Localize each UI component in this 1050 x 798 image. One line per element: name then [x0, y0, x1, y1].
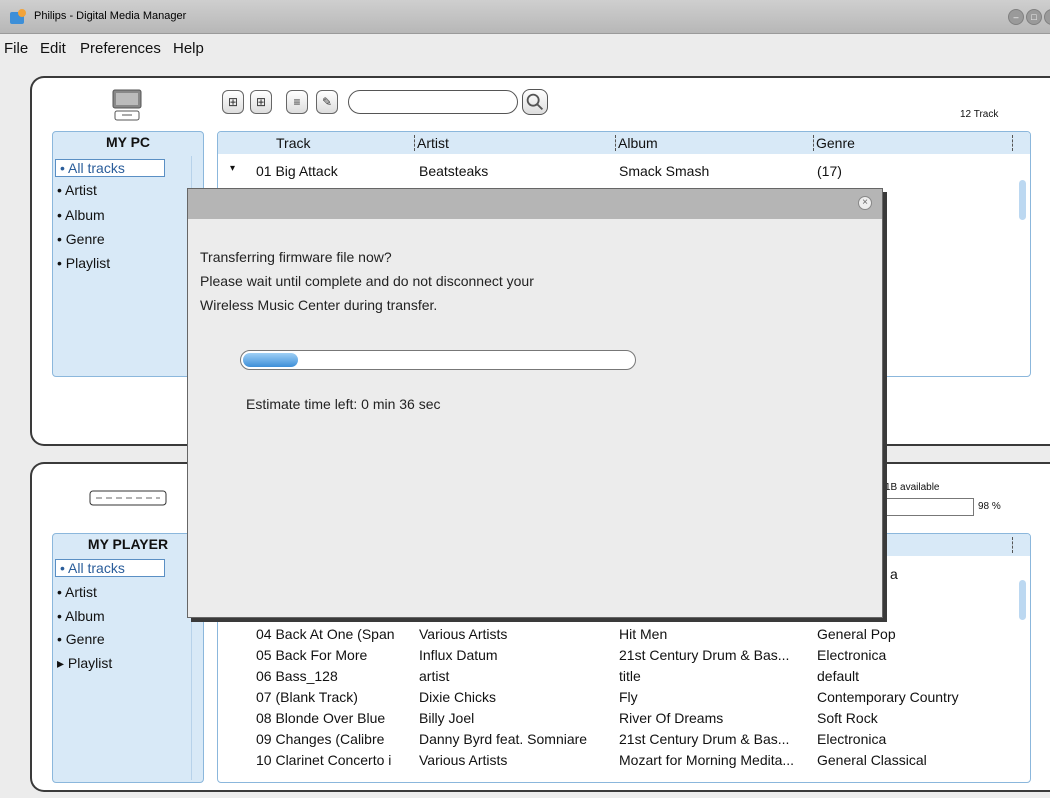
dialog-title-bar: × [188, 189, 882, 219]
track-count: 12 Track [960, 109, 999, 120]
col-album[interactable]: Album [618, 135, 658, 151]
player-nav-artist[interactable]: • Artist [57, 584, 97, 600]
player-list-scrollbar[interactable] [1018, 562, 1028, 780]
progress-fill [243, 353, 299, 367]
device-icon [89, 490, 167, 506]
available-space: 1B available [885, 482, 940, 493]
dialog-message-line-3: Wireless Music Center during transfer. [200, 297, 438, 313]
menu-file[interactable]: File [4, 40, 28, 57]
player-nav-genre[interactable]: • Genre [57, 631, 105, 647]
maximize-button[interactable]: □ [1026, 9, 1042, 25]
add-folder-icon[interactable]: ⊞ [250, 90, 272, 114]
pc-nav-panel: MY PC • All tracks • Artist • Album • Ge… [52, 131, 204, 377]
player-heading: MY PLAYER [87, 536, 169, 552]
menu-bar: File Edit Preferences Help [0, 36, 1050, 62]
play-indicator-icon: ▾ [230, 163, 236, 174]
table-row[interactable]: 07 (Blank Track) Dixie Chicks Fly Contem… [218, 689, 1030, 707]
transfer-progress-bar [240, 350, 636, 370]
minimize-button[interactable]: – [1008, 9, 1024, 25]
add-file-icon[interactable]: ⊞ [222, 90, 244, 114]
capacity-percent: 98 % [978, 501, 1001, 512]
dialog-message-line-2: Please wait until complete and do not di… [200, 273, 534, 289]
player-nav-playlist[interactable]: ▸ Playlist [57, 655, 112, 672]
pc-list-header: Track Artist Album Genre [218, 132, 1030, 154]
table-row[interactable]: 10 Clarinet Concerto i Various Artists M… [218, 752, 1030, 770]
player-nav-panel: MY PLAYER • All tracks • Artist • Album … [52, 533, 204, 783]
pc-nav-all-tracks[interactable]: • All tracks [55, 159, 165, 177]
col-track[interactable]: Track [276, 135, 310, 151]
table-row[interactable]: 08 Blonde Over Blue Billy Joel River Of … [218, 710, 1030, 728]
window-title: Philips - Digital Media Manager [34, 10, 187, 22]
menu-help[interactable]: Help [173, 40, 204, 57]
pc-list-scrollbar[interactable] [1018, 162, 1028, 372]
menu-preferences[interactable]: Preferences [80, 40, 161, 57]
edit-icon[interactable]: ≡ [286, 90, 308, 114]
pc-nav-artist[interactable]: • Artist [57, 182, 97, 198]
app-icon [10, 9, 26, 24]
pc-nav-playlist[interactable]: • Playlist [57, 255, 110, 271]
firmware-transfer-dialog: × Transferring firmware file now? Please… [187, 188, 883, 618]
dialog-message-line-1: Transferring firmware file now? [200, 249, 392, 265]
table-row[interactable]: 05 Back For More Influx Datum 21st Centu… [218, 647, 1030, 665]
pc-nav-album[interactable]: • Album [57, 207, 105, 223]
search-input[interactable] [348, 90, 518, 114]
capacity-bar [884, 498, 974, 516]
menu-edit[interactable]: Edit [40, 40, 66, 57]
computer-icon [112, 89, 142, 121]
estimate-time-left: Estimate time left: 0 min 36 sec [246, 396, 441, 412]
close-icon[interactable]: × [858, 196, 872, 210]
table-row[interactable]: 09 Changes (Calibre Danny Byrd feat. Som… [218, 731, 1030, 749]
col-artist[interactable]: Artist [417, 135, 449, 151]
col-genre[interactable]: Genre [816, 135, 855, 151]
table-row[interactable]: ▾ 01 Big Attack Beatsteaks Smack Smash (… [218, 163, 1030, 181]
title-bar: Philips - Digital Media Manager – □ × [0, 0, 1050, 34]
pc-heading: MY PC [105, 134, 151, 150]
player-nav-album[interactable]: • Album [57, 608, 105, 624]
search-icon[interactable] [522, 89, 548, 115]
player-nav-all-tracks[interactable]: • All tracks [55, 559, 165, 577]
attach-icon[interactable]: ✎ [316, 90, 338, 114]
table-row[interactable]: 06 Bass_128 artist title default [218, 668, 1030, 686]
table-row[interactable]: 04 Back At One (Span Various Artists Hit… [218, 626, 1030, 644]
genre-partial: a [890, 566, 898, 582]
pc-nav-genre[interactable]: • Genre [57, 231, 105, 247]
close-window-button[interactable]: × [1044, 9, 1050, 25]
